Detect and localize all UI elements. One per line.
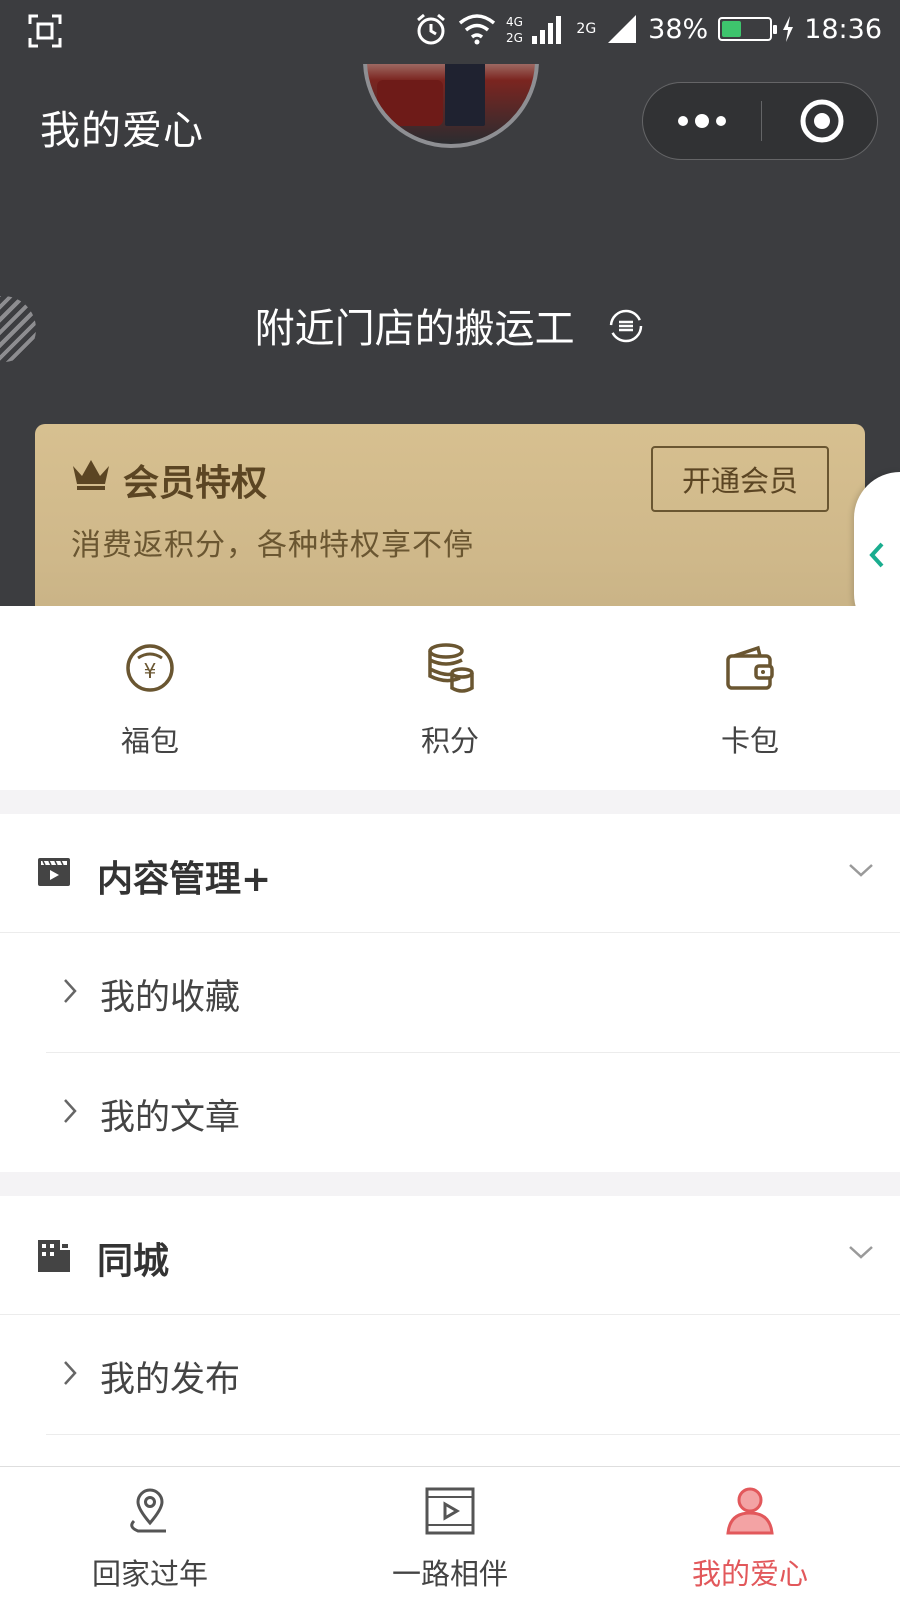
tab-label: 回家过年: [91, 1557, 208, 1591]
clock: 18:36: [804, 13, 882, 45]
username-row: 附近门店的搬运工: [0, 296, 900, 355]
tab-go-home[interactable]: 回家过年: [0, 1467, 300, 1601]
target-close-icon: [800, 99, 844, 143]
screenshot-icon: [28, 14, 62, 48]
list-item-my-posts[interactable]: 我的发布: [46, 1315, 900, 1435]
more-options-button[interactable]: [643, 83, 761, 159]
close-mini-program-button[interactable]: [762, 83, 878, 159]
list-item-articles[interactable]: 我的文章: [46, 1053, 900, 1172]
content-management-icon: [38, 858, 70, 886]
avatar[interactable]: [363, 64, 539, 148]
mini-program-capsule: [642, 82, 878, 160]
alarm-icon: [417, 13, 446, 45]
switch-account-icon[interactable]: [607, 307, 645, 355]
chevron-left-icon: [869, 542, 884, 568]
quick-actions: ¥ 福包 积分 卡包: [0, 606, 900, 790]
chevron-down-icon: [849, 864, 873, 877]
list-item-label: 我的文章: [100, 1098, 241, 1138]
chevron-right-icon: [64, 1099, 77, 1123]
quick-item-wallet[interactable]: 卡包: [600, 606, 900, 790]
section-content-management: 内容管理+ 我的收藏 我的文章: [0, 814, 900, 1172]
page-title: 我的爱心: [40, 108, 204, 154]
chevron-right-icon: [64, 1361, 77, 1385]
points-coins-icon: [428, 643, 474, 693]
location-pin-icon: [130, 1488, 166, 1533]
wifi-icon: [459, 14, 496, 45]
tab-companion[interactable]: 一路相伴: [300, 1467, 600, 1601]
vip-title: 会员特权: [123, 463, 268, 504]
wallet-icon: [726, 645, 774, 690]
tab-label: 一路相伴: [391, 1557, 508, 1591]
tab-my-love[interactable]: 我的爱心: [600, 1467, 900, 1601]
video-play-icon: [425, 1487, 475, 1535]
charging-icon: [783, 16, 794, 42]
username: 附近门店的搬运工: [254, 306, 575, 352]
user-profile-icon: [726, 1487, 774, 1535]
list-item-favorites[interactable]: 我的收藏: [46, 933, 900, 1053]
side-drawer-tab[interactable]: [854, 472, 900, 606]
svg-text:4G: 4G: [506, 15, 523, 29]
quick-label: 积分: [420, 724, 479, 758]
quick-label: 福包: [120, 724, 179, 758]
section-header[interactable]: 内容管理+: [0, 814, 900, 933]
lucky-bag-icon: ¥: [126, 644, 174, 692]
tab-label: 我的爱心: [691, 1557, 808, 1591]
crown-icon: [73, 460, 109, 490]
list-item-label: 我的发布: [100, 1360, 241, 1400]
bottom-tab-bar: 回家过年 一路相伴 我的爱心: [0, 1466, 900, 1601]
quick-label: 卡包: [720, 724, 779, 758]
list-item-label: 我的收藏: [100, 978, 241, 1018]
more-dots-icon: [678, 114, 726, 128]
signal-icon: [608, 15, 637, 43]
chevron-down-icon: [849, 1246, 873, 1259]
vip-card[interactable]: 会员特权 消费返积分，各种特权享不停 开通会员: [35, 424, 865, 606]
quick-item-lucky-bag[interactable]: ¥ 福包: [0, 606, 300, 790]
network-type-label: 2G: [576, 21, 597, 37]
quick-item-points[interactable]: 积分: [300, 606, 600, 790]
battery-icon: [718, 17, 778, 41]
signal-4g-icon: 4G 2G: [506, 15, 562, 45]
svg-text:2G: 2G: [506, 31, 523, 45]
vip-subtitle: 消费返积分，各种特权享不停: [71, 528, 474, 563]
status-bar: 4G 2G 2G 38% 18:36: [0, 0, 900, 64]
svg-text:¥: ¥: [144, 659, 157, 683]
open-membership-button[interactable]: 开通会员: [651, 446, 829, 512]
city-icon: [38, 1240, 70, 1272]
profile-header: 我的爱心 附近门店的搬运工 会员特权 消费返积分，各种特权享不停 开通会员: [0, 64, 900, 606]
chevron-right-icon: [64, 979, 77, 1003]
section-city: 同城 我的发布: [0, 1196, 900, 1466]
section-title: 同城: [97, 1241, 170, 1282]
section-header[interactable]: 同城: [0, 1196, 900, 1315]
battery-percent: 38%: [648, 13, 709, 45]
section-title: 内容管理+: [97, 859, 272, 900]
